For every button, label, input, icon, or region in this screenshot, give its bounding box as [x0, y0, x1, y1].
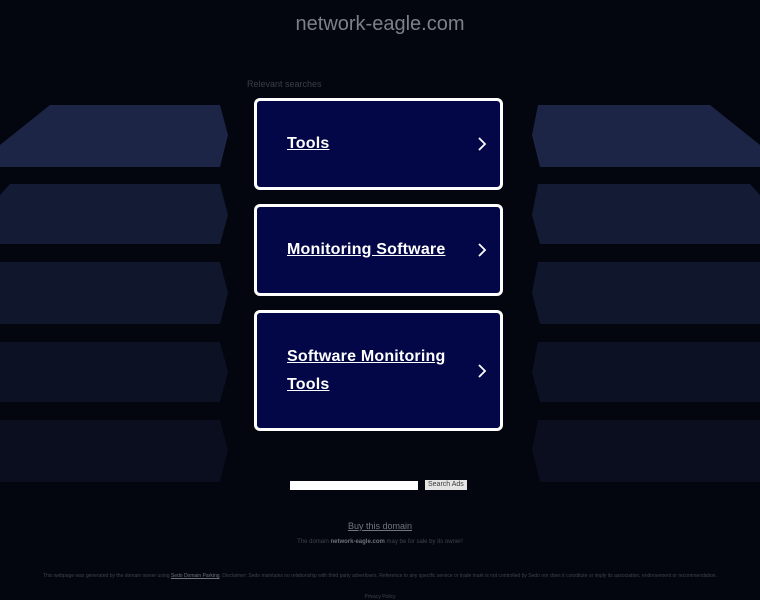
sale-domain: network-eagle.com [330, 539, 385, 545]
search-card-tools[interactable]: Tools [254, 98, 503, 190]
disclaimer: This webpage was generated by the domain… [40, 573, 720, 580]
card-label[interactable]: Tools [287, 130, 467, 158]
buy-domain-link[interactable]: Buy this domain [0, 521, 760, 531]
domain-title: network-eagle.com [295, 13, 465, 35]
search-bar: Search Ads [290, 480, 467, 490]
privacy-policy-link[interactable]: Privacy Policy [0, 594, 760, 600]
card-label[interactable]: Software Monitoring Tools [287, 343, 467, 399]
search-card-software-monitoring-tools[interactable]: Software Monitoring Tools [254, 310, 503, 431]
search-input[interactable] [290, 480, 418, 490]
chevron-right-icon [478, 243, 487, 257]
search-ads-button[interactable]: Search Ads [425, 480, 467, 490]
chevron-right-icon [478, 363, 487, 378]
sale-suffix: may be for sale by its owner! [386, 539, 463, 545]
chevron-right-icon [478, 137, 487, 151]
background-decoration [0, 105, 760, 482]
sale-prefix: The domain [297, 539, 329, 545]
sedo-parking-link[interactable]: Sedo Domain Parking [171, 573, 220, 579]
card-label[interactable]: Monitoring Software [287, 236, 467, 264]
disclaimer-text-start: This webpage was generated by the domain… [43, 573, 170, 579]
disclaimer-text-end: . Disclaimer: Sedo maintains no relation… [219, 573, 717, 579]
sale-notice: The domain network-eagle.com may be for … [0, 539, 760, 545]
search-card-monitoring-software[interactable]: Monitoring Software [254, 204, 503, 296]
relevant-searches-label: Relevant searches [247, 79, 322, 89]
